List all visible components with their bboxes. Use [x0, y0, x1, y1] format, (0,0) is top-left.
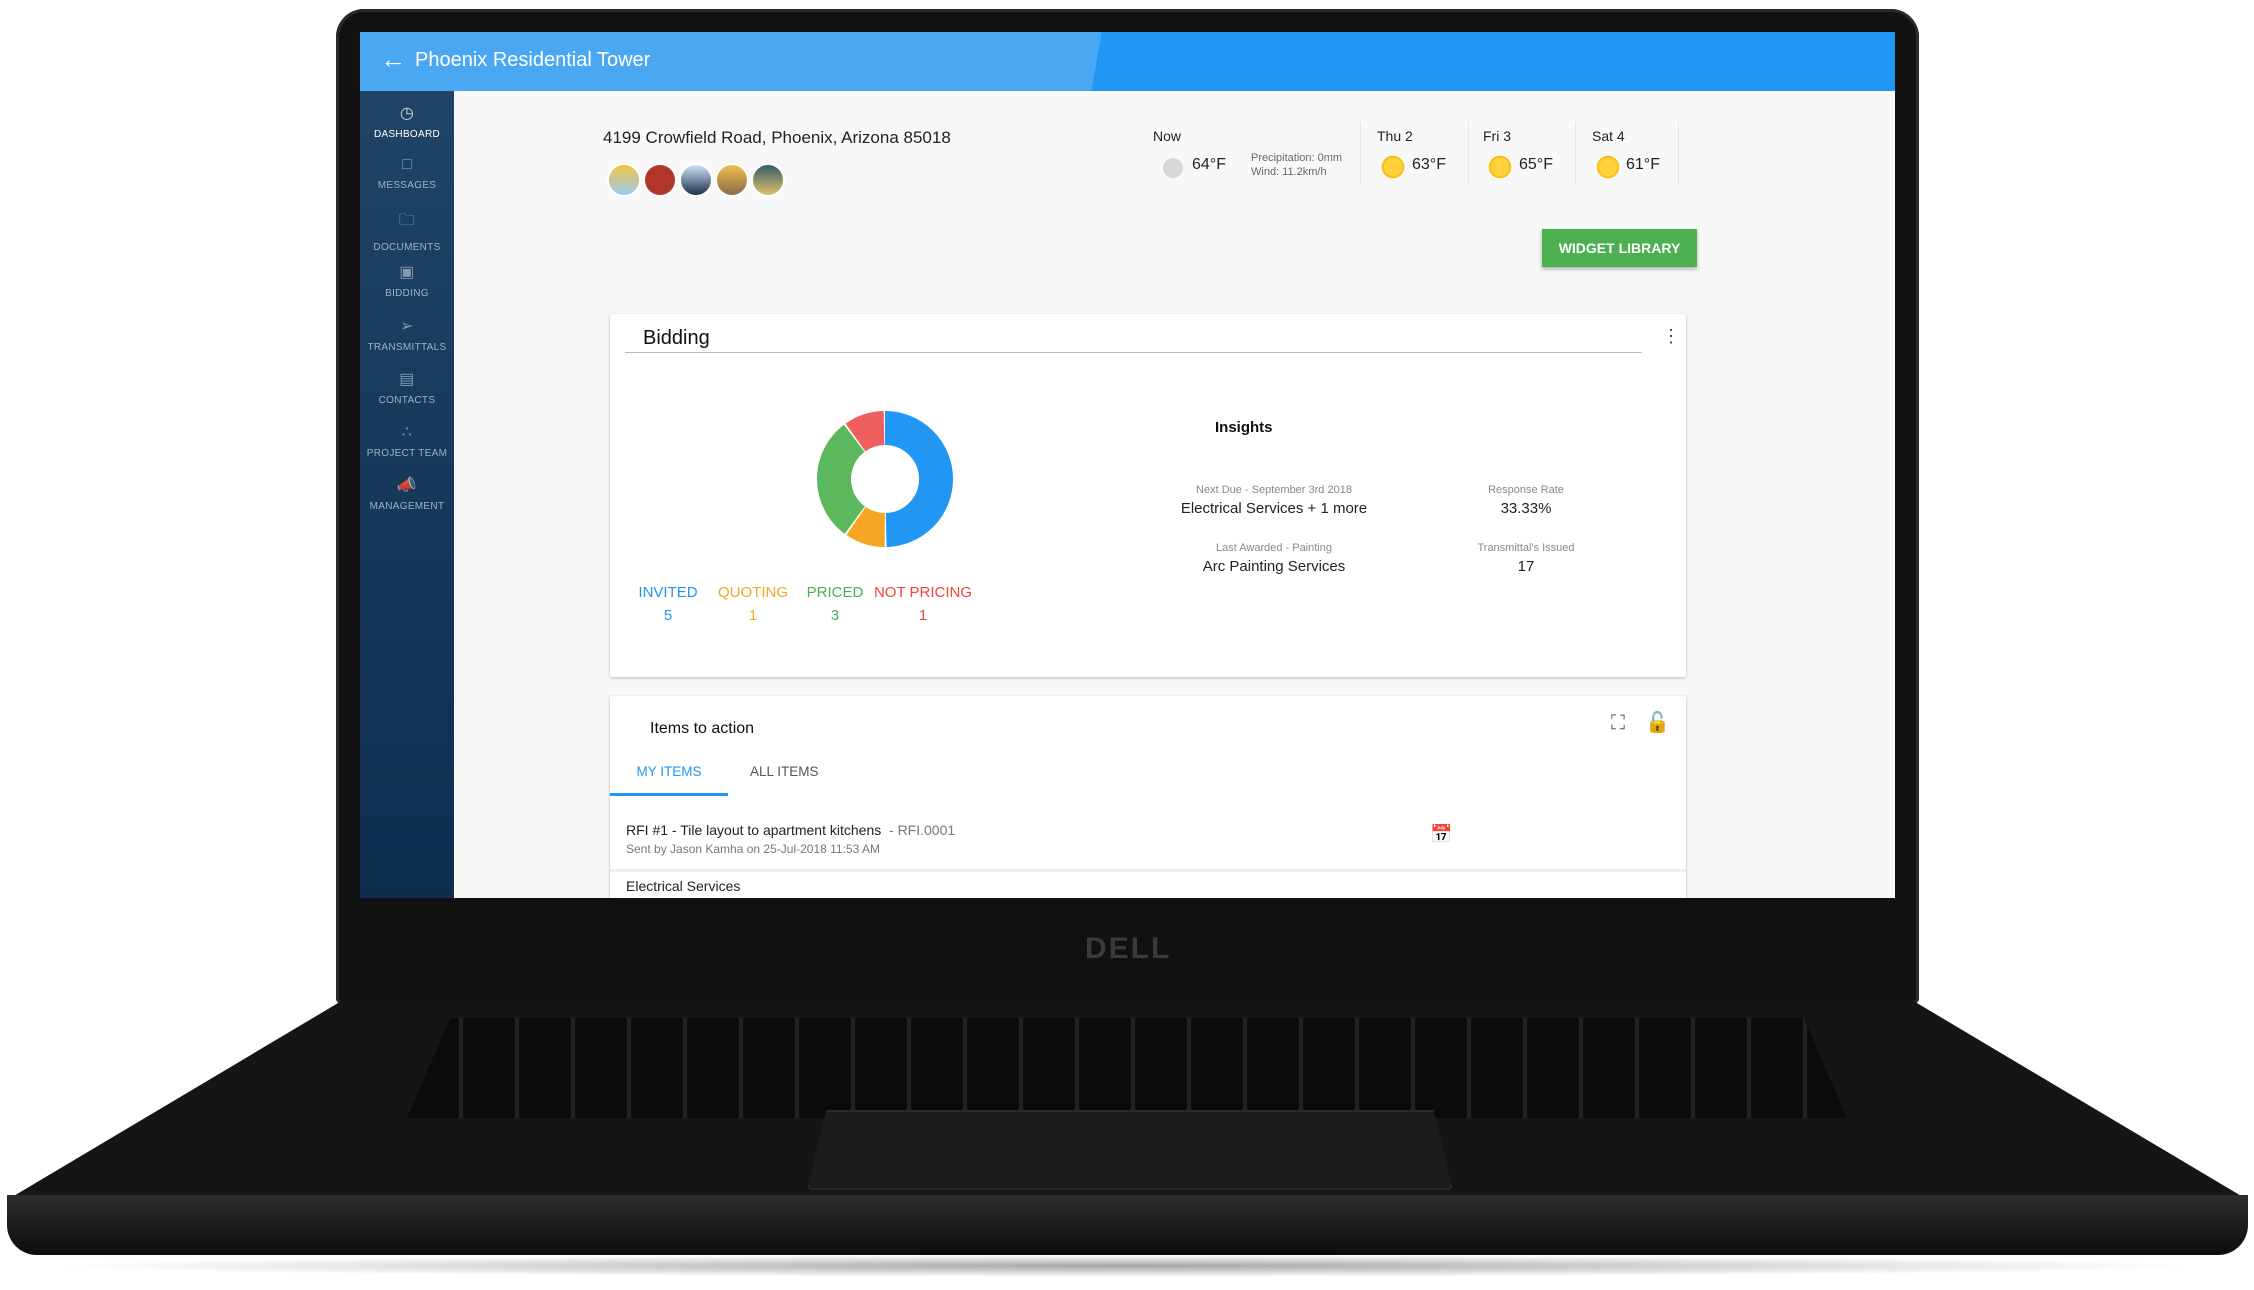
avatar[interactable]	[679, 163, 713, 197]
insight-last-awarded: Last Awarded - Painting Arc Painting Serv…	[1154, 542, 1394, 575]
contacts-icon: ▤	[399, 371, 415, 388]
bidding-donut-chart	[817, 411, 953, 547]
sidebar-item-project-team[interactable]: ∴ PROJECT TEAM	[360, 422, 454, 459]
project-address: 4199 Crowfield Road, Phoenix, Arizona 85…	[603, 128, 951, 147]
trackpad	[807, 1110, 1453, 1190]
sidebar-item-transmittals[interactable]: ➢ TRANSMITTALS	[360, 316, 454, 353]
insight-value: Arc Painting Services	[1202, 558, 1346, 575]
insight-next-due: Next Due - September 3rd 2018 Electrical …	[1154, 484, 1394, 517]
insight-value: 17	[1517, 558, 1535, 575]
weather-now-label: Now	[1153, 128, 1182, 144]
forecast-temp: 61°F	[1626, 156, 1660, 173]
sidebar-item-management[interactable]: 📣 MANAGEMENT	[360, 475, 454, 512]
tab-my-items[interactable]: MY ITEMS	[610, 764, 728, 796]
insight-label: Last Awarded - Painting	[1216, 542, 1332, 554]
folder-icon: 🗀	[398, 212, 416, 229]
insight-label: Response Rate	[1488, 484, 1564, 496]
chat-icon: □	[402, 156, 412, 173]
app-header: ← Phoenix Residential Tower	[360, 32, 1895, 91]
laptop-front-edge	[7, 1195, 2248, 1255]
sidebar-item-label: DASHBOARD	[373, 129, 441, 140]
insight-value: 33.33%	[1500, 500, 1552, 517]
sidebar-item-label: MESSAGES	[377, 180, 437, 191]
avatar[interactable]	[643, 163, 677, 197]
forecast-temp: 65°F	[1519, 156, 1553, 173]
partly-sunny-icon	[1487, 154, 1513, 180]
laptop-base	[7, 1000, 2248, 1282]
item-code: - RFI.0001	[889, 822, 956, 838]
item-title: RFI #1 - Tile layout to apartment kitche…	[626, 822, 955, 838]
divider	[1678, 122, 1679, 184]
tab-all-items[interactable]: ALL ITEMS	[750, 764, 819, 793]
screen: ← Phoenix Residential Tower ◷ DASHBOARD □…	[360, 32, 1895, 898]
laptop-shadow	[47, 1255, 2207, 1277]
insight-label: Next Due - September 3rd 2018	[1196, 484, 1352, 496]
widget-library-button[interactable]: WIDGET LIBRARY	[1542, 229, 1697, 267]
sidebar-item-label: CONTACTS	[378, 395, 436, 406]
list-item[interactable]: Electrical Services	[626, 878, 740, 894]
legend-value: 1	[918, 607, 928, 624]
team-icon: ∴	[401, 424, 413, 441]
megaphone-icon: 📣	[396, 477, 418, 494]
sidebar-item-bidding[interactable]: ▣ BIDDING	[360, 262, 454, 299]
sidebar-item-contacts[interactable]: ▤ CONTACTS	[360, 369, 454, 406]
insight-label: Transmittal's Issued	[1477, 542, 1575, 554]
weather-precipitation: Precipitation: 0mm	[1251, 152, 1343, 164]
weather-now-temp: 64°F	[1192, 156, 1226, 173]
dell-logo: D​ELL	[1085, 932, 1172, 965]
divider	[625, 352, 1642, 353]
avatar[interactable]	[751, 163, 785, 197]
items-to-action-card: Items to action ⛶ 🔓 MY ITEMS ALL ITEMS R…	[610, 696, 1686, 898]
keyboard	[407, 1018, 1847, 1118]
card-title: Bidding	[643, 327, 710, 349]
sun-rain-icon	[1595, 154, 1621, 180]
insights-title: Insights	[1215, 419, 1273, 436]
unlock-icon[interactable]: 🔓	[1645, 710, 1670, 735]
sidebar-item-label: BIDDING	[385, 288, 429, 299]
divider	[1468, 122, 1469, 184]
legend-not-pricing[interactable]: NOT PRICING 1	[863, 584, 983, 624]
avatar[interactable]	[715, 163, 749, 197]
more-vert-icon[interactable]: ⋮	[1662, 326, 1680, 347]
partly-sunny-icon	[1380, 154, 1406, 180]
sidebar-item-label: TRANSMITTALS	[367, 342, 447, 353]
calendar-icon[interactable]: 📅	[1430, 824, 1452, 845]
sidebar-item-messages[interactable]: □ MESSAGES	[360, 156, 454, 191]
bidding-card: Bidding ⋮ Insights Next Due - September …	[610, 314, 1686, 677]
send-icon: ➢	[400, 318, 414, 335]
divider	[1575, 122, 1576, 184]
card-title: Items to action	[650, 720, 755, 737]
avatar[interactable]	[607, 163, 641, 197]
divider	[1360, 122, 1361, 184]
sidebar: ◷ DASHBOARD □ MESSAGES 🗀 DOCUMENTS ▣ BIDDING…	[360, 91, 454, 898]
insight-transmittals-issued: Transmittal's Issued 17	[1406, 542, 1646, 575]
insight-response-rate: Response Rate 33.33%	[1406, 484, 1646, 517]
sidebar-item-dashboard[interactable]: ◷ DASHBOARD	[360, 103, 454, 140]
arrow-left-icon[interactable]: ←	[380, 44, 406, 75]
sidebar-item-documents[interactable]: 🗀 DOCUMENTS	[360, 209, 454, 253]
page-title: Phoenix Residential Tower	[415, 49, 651, 71]
bidding-icon: ▣	[399, 264, 415, 281]
fullscreen-icon[interactable]: ⛶	[1611, 712, 1625, 735]
insight-value: Electrical Services + 1 more	[1180, 500, 1368, 517]
moon-icon	[1163, 158, 1183, 178]
list-item[interactable]: RFI #1 - Tile layout to apartment kitche…	[610, 808, 1686, 872]
forecast-day: Sat 4	[1592, 128, 1625, 144]
forecast-temp: 63°F	[1412, 156, 1446, 173]
weather-wind: Wind: 11.2km/h	[1251, 166, 1327, 178]
legend-label: NOT PRICING	[873, 584, 973, 601]
forecast-day: Thu 2	[1377, 128, 1413, 144]
gauge-icon: ◷	[399, 105, 415, 122]
forecast-day: Fri 3	[1483, 128, 1511, 144]
item-subtitle: Sent by Jason Kamha on 25-Jul-2018 11:53…	[626, 842, 880, 856]
sidebar-item-label: MANAGEMENT	[369, 501, 445, 512]
sidebar-item-label: DOCUMENTS	[373, 242, 441, 253]
item-title-text: RFI #1 - Tile layout to apartment kitche…	[626, 822, 882, 838]
sidebar-item-label: PROJECT TEAM	[366, 448, 448, 459]
